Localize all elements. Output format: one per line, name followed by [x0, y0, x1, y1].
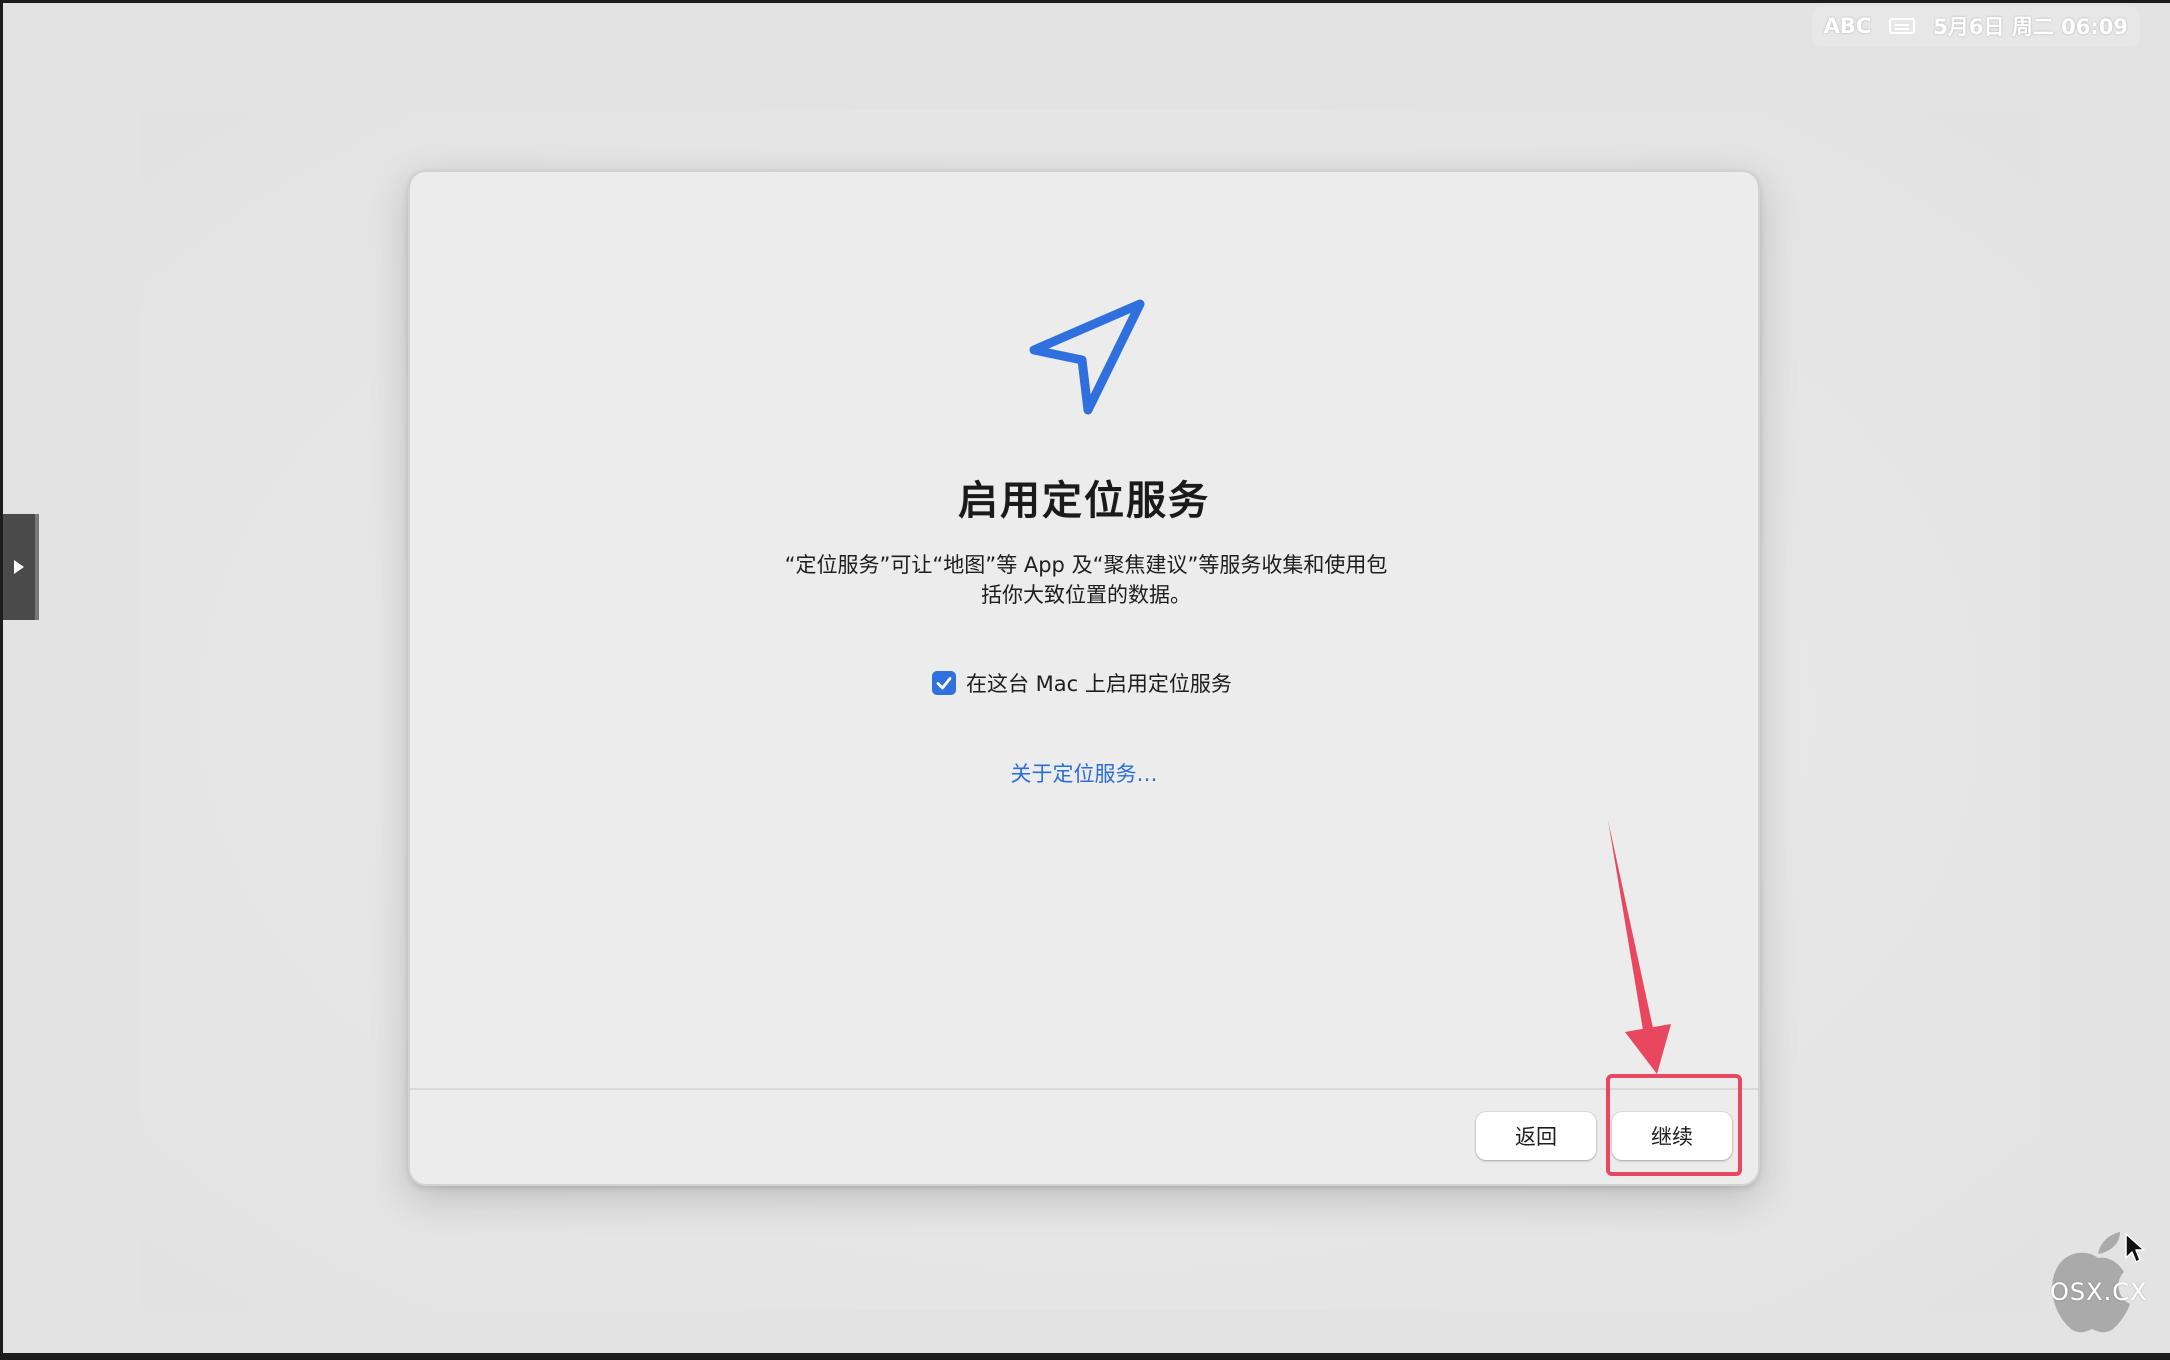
page-title: 启用定位服务	[958, 478, 1210, 524]
play-triangle-icon	[14, 560, 24, 574]
checkmark-icon	[936, 677, 952, 690]
description-line-2: 括你大致位置的数据。	[981, 583, 1191, 607]
screen-frame-left	[0, 0, 3, 1360]
location-arrow-icon	[1029, 299, 1145, 415]
mouse-cursor-icon	[2125, 1233, 2145, 1263]
annotation-highlight-box	[1606, 1074, 1742, 1176]
screen-frame-top	[0, 0, 2170, 3]
about-location-link-text[interactable]: 关于定位服务…	[1011, 762, 1158, 786]
keyboard-icon[interactable]	[1889, 18, 1916, 34]
footer-divider	[410, 1088, 1758, 1090]
description-line-1: “定位服务”可让“地图”等 App 及“聚焦建议”等服务收集和使用包	[784, 553, 1388, 577]
screen-frame-bottom	[0, 1353, 2170, 1360]
menubar-clock[interactable]: 5月6日 周二 06:09	[1933, 11, 2128, 41]
input-source-label[interactable]: ABC	[1824, 14, 1872, 38]
setup-dialog: 启用定位服务 “定位服务”可让“地图”等 App 及“聚焦建议”等服务收集和使用…	[408, 170, 1760, 1186]
watermark-text: OSX.CX	[2050, 1278, 2148, 1306]
enable-location-checkbox[interactable]	[932, 671, 956, 695]
annotation-arrow	[1608, 820, 1671, 1074]
about-location-link[interactable]: 关于定位服务…	[410, 758, 1758, 788]
menubar-status: ABC 5月6日 周二 06:09	[1811, 6, 2140, 46]
description: “定位服务”可让“地图”等 App 及“聚焦建议”等服务收集和使用包 括你大致位…	[756, 550, 1416, 610]
side-panel-toggle[interactable]	[3, 514, 39, 620]
enable-location-row[interactable]: 在这台 Mac 上启用定位服务	[932, 668, 1232, 698]
back-button[interactable]: 返回	[1476, 1112, 1596, 1160]
enable-location-label[interactable]: 在这台 Mac 上启用定位服务	[966, 668, 1232, 698]
